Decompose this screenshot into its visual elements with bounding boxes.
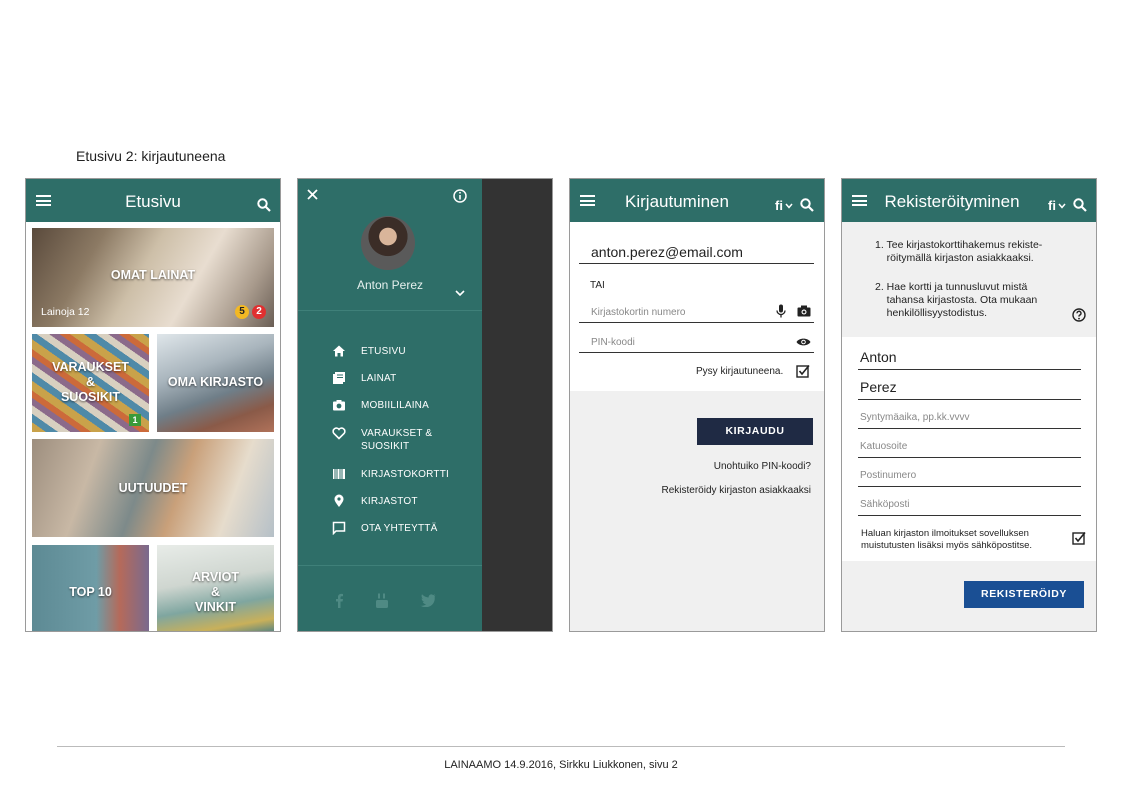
- birthdate-field[interactable]: Syntymäaika, pp.kk.vvvv: [860, 412, 969, 423]
- field-underline: [579, 352, 814, 353]
- postal-code-field[interactable]: Postinumero: [860, 470, 916, 481]
- top-app-bar: Rekisteröityminen fi: [842, 179, 1096, 222]
- tile-label: TOP 10: [69, 585, 112, 599]
- field-underline: [858, 369, 1081, 370]
- field-underline: [858, 486, 1081, 487]
- field-underline: [858, 515, 1081, 516]
- search-icon[interactable]: [800, 198, 814, 212]
- help-icon[interactable]: [1072, 308, 1086, 322]
- location-pin-icon: [334, 494, 344, 507]
- screen-title: Etusivu: [125, 192, 181, 211]
- tile-label: ARVIOT & VINKIT: [192, 570, 239, 614]
- top-app-bar: Kirjautuminen fi: [570, 179, 824, 222]
- action-area: KIRJAUDU Unohtuiko PIN-koodi? Rekisteröi…: [570, 391, 824, 631]
- action-area: REKISTERÖIDY: [842, 561, 1096, 631]
- divider: [298, 565, 482, 566]
- eye-icon[interactable]: [796, 337, 811, 347]
- or-label: TAI: [590, 280, 605, 291]
- search-icon[interactable]: [257, 198, 271, 212]
- field-underline: [858, 457, 1081, 458]
- tile-own-loans[interactable]: OMAT LAINAT Lainoja 12 5 2: [32, 228, 274, 327]
- books-icon: [333, 372, 345, 384]
- top-app-bar: Etusivu: [26, 179, 280, 222]
- heart-icon: [332, 427, 346, 440]
- facebook-icon[interactable]: [335, 593, 343, 608]
- barcode-icon: [333, 469, 345, 479]
- close-icon[interactable]: [307, 189, 318, 200]
- email-field[interactable]: Sähköposti: [860, 499, 909, 510]
- tile-label: OMAT LAINAT: [110, 268, 196, 282]
- register-link[interactable]: Rekisteröidy kirjaston asiakkaaksi: [661, 485, 811, 496]
- email-field[interactable]: anton.perez@email.com: [591, 244, 743, 260]
- chat-icon: [332, 521, 346, 535]
- field-underline: [579, 322, 814, 323]
- register-button[interactable]: REKISTERÖIDY: [964, 581, 1084, 608]
- badge-overdue: 2: [252, 305, 266, 319]
- field-underline: [579, 263, 814, 264]
- library-card-number-field[interactable]: Kirjastokortin numero: [591, 307, 685, 318]
- home-icon: [333, 345, 345, 357]
- twitter-icon[interactable]: [420, 594, 436, 607]
- chevron-down-icon[interactable]: [455, 290, 465, 297]
- chevron-down-icon[interactable]: [1058, 203, 1066, 209]
- chevron-down-icon[interactable]: [785, 203, 793, 209]
- login-button[interactable]: KIRJAUDU: [697, 418, 813, 445]
- avatar[interactable]: [361, 216, 415, 270]
- divider: [298, 310, 482, 311]
- instruction-step: 1. Tee kirjastokorttihakemus rekiste- rö…: [875, 239, 1043, 264]
- screen-login: Kirjautuminen fi anton.perez@email.com T…: [569, 178, 825, 632]
- badge-reservations-ready: 5: [235, 305, 249, 319]
- screen-navigation-drawer: Anton Perez ETUSIVU LAINAT MOBIILILAINA …: [297, 178, 553, 632]
- youtube-icon[interactable]: [375, 593, 389, 609]
- last-name-field[interactable]: Perez: [860, 379, 897, 395]
- tile-label: OMA KIRJASTO: [167, 375, 264, 389]
- screen-title: Rekisteröityminen: [884, 192, 1020, 211]
- forgot-pin-link[interactable]: Unohtuiko PIN-koodi?: [714, 461, 811, 472]
- scrim-overlay[interactable]: [482, 179, 552, 631]
- search-icon[interactable]: [1073, 198, 1087, 212]
- pin-code-field[interactable]: PIN-koodi: [591, 337, 635, 348]
- screen-title: Kirjautuminen: [625, 192, 729, 211]
- screen-home: Etusivu OMAT LAINAT Lainoja 12 5 2 VARAU…: [25, 178, 281, 632]
- language-selector[interactable]: fi: [775, 198, 783, 213]
- tile-reviews-tips[interactable]: ARVIOT & VINKIT: [157, 545, 274, 631]
- email-notifications-label: Haluan kirjaston ilmoitukset sovelluksen…: [861, 528, 1033, 551]
- loan-count: Lainoja 12: [41, 306, 90, 318]
- tile-top10[interactable]: TOP 10: [32, 545, 149, 631]
- info-icon[interactable]: [453, 189, 467, 203]
- instruction-step: 2. Hae kortti ja tunnusluvut mistä tahan…: [875, 281, 1038, 319]
- email-notifications-checkbox[interactable]: [1072, 531, 1086, 545]
- tile-new-arrivals[interactable]: UUTUUDET: [32, 439, 274, 537]
- stay-logged-in-checkbox[interactable]: [796, 364, 810, 378]
- instructions-panel: 1. Tee kirjastokorttihakemus rekiste- rö…: [842, 222, 1096, 337]
- tile-reservations-favorites[interactable]: VARAUKSET & SUOSIKIT 1: [32, 334, 149, 432]
- badge-reservations: 1: [129, 414, 141, 426]
- microphone-icon[interactable]: [776, 304, 786, 318]
- tile-label: VARAUKSET & SUOSIKIT: [52, 360, 129, 404]
- footer-text: LAINAAMO 14.9.2016, Sirkku Liukkonen, si…: [444, 759, 678, 771]
- language-selector[interactable]: fi: [1048, 198, 1056, 213]
- tile-own-library[interactable]: OMA KIRJASTO: [157, 334, 274, 432]
- navigation-drawer: Anton Perez ETUSIVU LAINAT MOBIILILAINA …: [298, 179, 482, 631]
- page-heading: Etusivu 2: kirjautuneena: [76, 148, 226, 164]
- first-name-field[interactable]: Anton: [860, 349, 897, 365]
- screen-registration: Rekisteröityminen fi 1. Tee kirjastokort…: [841, 178, 1097, 632]
- stay-logged-in-label: Pysy kirjautuneena.: [696, 366, 784, 377]
- camera-icon[interactable]: [797, 305, 811, 317]
- camera-icon: [333, 400, 345, 411]
- field-underline: [858, 428, 1081, 429]
- tile-label: UUTUUDET: [118, 481, 188, 495]
- field-underline: [858, 399, 1081, 400]
- street-address-field[interactable]: Katuosoite: [860, 441, 907, 452]
- footer-divider: [57, 746, 1065, 747]
